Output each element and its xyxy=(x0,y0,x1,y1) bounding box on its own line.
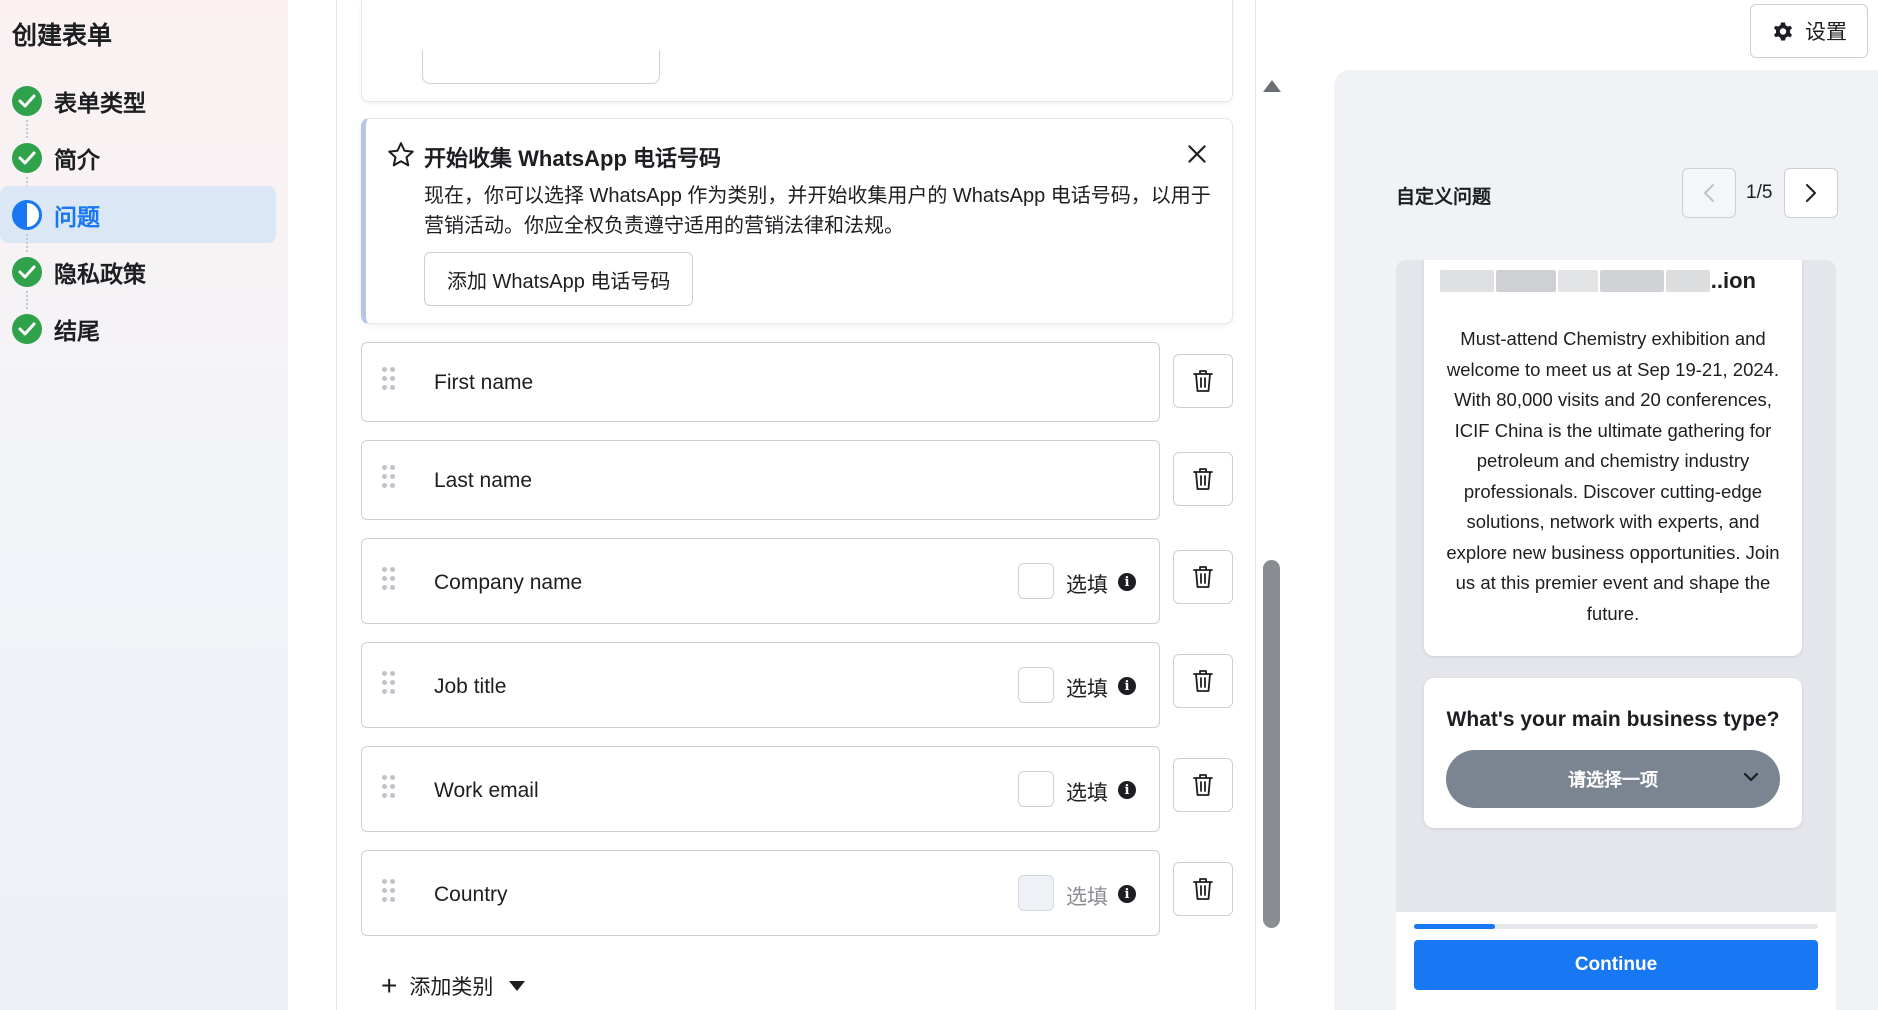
whatsapp-card-title: 开始收集 WhatsApp 电话号码 xyxy=(424,146,721,171)
optional-label: 选填 xyxy=(1066,782,1108,805)
question-label: Country xyxy=(434,883,508,906)
preview-question-card: What's your main business type? 请选择一项 xyxy=(1424,678,1802,828)
close-icon[interactable] xyxy=(1184,141,1210,167)
preview-footer: Continue xyxy=(1396,912,1836,1010)
preview-question-title: What's your main business type? xyxy=(1446,708,1780,731)
whatsapp-card-body: 现在，你可以选择 WhatsApp 作为类别，并开始收集用户的 WhatsApp… xyxy=(424,185,1211,237)
blurred-headline-tail: ..ion xyxy=(1710,268,1756,293)
chevron-left-icon xyxy=(1704,184,1714,202)
previous-card xyxy=(361,0,1233,102)
trash-icon xyxy=(1193,370,1213,392)
drag-handle-icon[interactable] xyxy=(382,567,396,591)
step-list: 表单类型 简介 问题 隐私政策 结尾 xyxy=(0,72,288,357)
question-field-first-name[interactable]: First name xyxy=(361,342,1160,422)
gear-icon xyxy=(1774,22,1792,41)
step-label: 隐私政策 xyxy=(54,260,146,287)
sidebar-title: 创建表单 xyxy=(12,22,113,50)
preview-intro-card: ..ion Must-attend Chemistry exhibition a… xyxy=(1424,260,1802,656)
question-label: Work email xyxy=(434,779,539,802)
settings-label: 设置 xyxy=(1805,21,1847,44)
drag-handle-icon[interactable] xyxy=(382,775,396,799)
settings-button[interactable]: 设置 xyxy=(1750,4,1868,58)
caret-down-icon xyxy=(509,981,526,991)
step-label: 简介 xyxy=(54,146,100,173)
add-category-button[interactable]: + 添加类别 xyxy=(381,970,526,1002)
optional-checkbox[interactable] xyxy=(1018,563,1054,599)
question-field-job-title[interactable]: Job title 选填 i xyxy=(361,642,1160,728)
preview-prev-button[interactable] xyxy=(1682,168,1736,218)
step-label: 结尾 xyxy=(54,317,100,344)
optional-label: 选填 xyxy=(1066,574,1108,597)
step-ending[interactable]: 结尾 xyxy=(0,300,276,357)
previous-card-button[interactable] xyxy=(422,50,660,84)
drag-handle-icon[interactable] xyxy=(382,671,396,695)
scrollbar-thumb[interactable] xyxy=(1263,560,1280,928)
progress-fill xyxy=(1414,924,1495,929)
info-icon[interactable]: i xyxy=(1118,885,1136,903)
delete-question-button[interactable] xyxy=(1173,654,1233,708)
question-field-work-email[interactable]: Work email 选填 i xyxy=(361,746,1160,832)
whatsapp-promo-card: 开始收集 WhatsApp 电话号码 现在，你可以选择 WhatsApp 作为类… xyxy=(361,118,1233,324)
drag-handle-icon[interactable] xyxy=(382,879,396,903)
drag-handle-icon[interactable] xyxy=(382,367,396,391)
continue-button[interactable]: Continue xyxy=(1414,940,1818,990)
drag-handle-icon[interactable] xyxy=(382,465,396,489)
preview-title: 自定义问题 xyxy=(1396,187,1492,208)
delete-question-button[interactable] xyxy=(1173,354,1233,408)
delete-question-button[interactable] xyxy=(1173,758,1233,812)
trash-icon xyxy=(1193,878,1213,900)
plus-icon: + xyxy=(381,970,398,1001)
scroll-up-arrow-icon[interactable] xyxy=(1263,80,1281,92)
sidebar: 创建表单 表单类型 简介 问题 隐私政策 结尾 xyxy=(0,0,288,1010)
trash-icon xyxy=(1193,774,1213,796)
step-questions[interactable]: 问题 xyxy=(0,186,276,252)
optional-checkbox[interactable] xyxy=(1018,771,1054,807)
step-label: 表单类型 xyxy=(54,89,146,116)
form-preview-panel: 自定义问题 1/5 ..ion Must-attend Chemistry ex… xyxy=(1334,70,1878,1010)
check-circle-icon xyxy=(12,313,42,344)
add-whatsapp-button[interactable]: 添加 WhatsApp 电话号码 xyxy=(424,252,694,306)
preview-phone-frame: ..ion Must-attend Chemistry exhibition a… xyxy=(1396,260,1836,1010)
star-icon xyxy=(388,142,414,167)
step-label: 问题 xyxy=(54,203,100,230)
preview-select-dropdown[interactable]: 请选择一项 xyxy=(1446,750,1780,808)
preview-intro-text: Must-attend Chemistry exhibition and wel… xyxy=(1446,328,1780,624)
check-circle-icon xyxy=(12,256,42,287)
step-intro[interactable]: 简介 xyxy=(0,129,276,195)
step-form-type[interactable]: 表单类型 xyxy=(0,72,276,138)
info-icon[interactable]: i xyxy=(1118,781,1136,799)
question-label: Company name xyxy=(434,571,583,594)
delete-question-button[interactable] xyxy=(1173,550,1233,604)
delete-question-button[interactable] xyxy=(1173,452,1233,506)
trash-icon xyxy=(1193,566,1213,588)
optional-label: 选填 xyxy=(1066,678,1108,701)
add-category-label: 添加类别 xyxy=(409,976,494,999)
delete-question-button[interactable] xyxy=(1173,862,1233,916)
chevron-down-icon xyxy=(1743,772,1759,782)
question-label: Last name xyxy=(434,469,533,492)
question-field-country[interactable]: Country 选填 i xyxy=(361,850,1160,936)
check-circle-icon xyxy=(12,85,42,116)
blurred-headline: ..ion xyxy=(1440,266,1786,296)
optional-label: 选填 xyxy=(1066,886,1108,909)
question-label: Job title xyxy=(434,675,507,698)
select-placeholder: 请选择一项 xyxy=(1568,770,1658,790)
preview-next-button[interactable] xyxy=(1784,168,1838,218)
trash-icon xyxy=(1193,670,1213,692)
progress-bar xyxy=(1414,924,1818,929)
trash-icon xyxy=(1193,468,1213,490)
question-label: First name xyxy=(434,371,534,394)
optional-checkbox-disabled xyxy=(1018,875,1054,911)
questions-panel: 开始收集 WhatsApp 电话号码 现在，你可以选择 WhatsApp 作为类… xyxy=(336,0,1256,1010)
info-icon[interactable]: i xyxy=(1118,677,1136,695)
info-icon[interactable]: i xyxy=(1118,573,1136,591)
question-field-last-name[interactable]: Last name xyxy=(361,440,1160,520)
chevron-right-icon xyxy=(1806,184,1816,202)
optional-checkbox[interactable] xyxy=(1018,667,1054,703)
preview-page-indicator: 1/5 xyxy=(1746,182,1773,203)
question-field-company-name[interactable]: Company name 选填 i xyxy=(361,538,1160,624)
step-privacy-policy[interactable]: 隐私政策 xyxy=(0,243,276,309)
check-circle-icon xyxy=(12,142,42,173)
half-circle-icon xyxy=(12,199,42,230)
